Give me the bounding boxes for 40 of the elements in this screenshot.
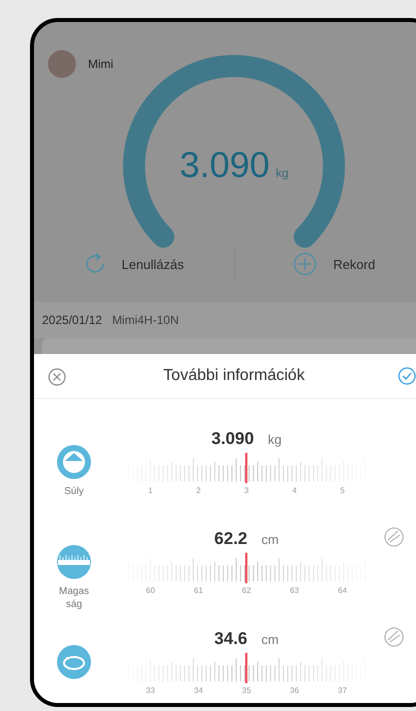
tick-label: 63: [290, 586, 299, 595]
tick-label: 1: [148, 486, 153, 495]
record-bar[interactable]: 2025/01/12 Mimi4H-10N: [34, 302, 416, 338]
confirm-button[interactable]: [398, 367, 416, 385]
tick-label: 60: [146, 586, 155, 595]
add-button[interactable]: Rekord: [234, 248, 416, 280]
loop-icon: [57, 645, 91, 679]
measure-value: 62.2: [214, 529, 248, 549]
tick-label: 2: [196, 486, 201, 495]
reset-button[interactable]: Lenullázás: [34, 249, 234, 279]
tick-label: 37: [338, 686, 347, 695]
measure-value: 34.6: [214, 629, 248, 649]
record-date: 2025/01/12: [42, 313, 102, 327]
unit-label: cm: [261, 532, 279, 547]
tick-label: 33: [146, 686, 155, 695]
profile-name: Mimi: [88, 57, 114, 71]
tick-label: 35: [242, 686, 251, 695]
measure-value: 3.090: [211, 429, 254, 449]
tick-label: 61: [194, 586, 203, 595]
sheet-title: További információk: [163, 367, 305, 385]
tick-label: 3: [244, 486, 249, 495]
unit-label: cm: [261, 632, 279, 647]
scale-icon: [57, 445, 91, 479]
tick-label: 62: [242, 586, 251, 595]
plus-circle-icon: [293, 252, 318, 276]
refresh-icon: [84, 253, 106, 275]
close-button[interactable]: [48, 368, 66, 386]
tick-label: 5: [340, 486, 345, 495]
measure-label: Súly: [63, 485, 85, 498]
ruler-icon: [57, 545, 91, 579]
unit-label: kg: [276, 166, 288, 180]
unit-label: kg: [268, 432, 282, 447]
tick-label: 4: [292, 486, 297, 495]
tick-label: 34: [194, 686, 203, 695]
measure-label: Magasság: [58, 585, 90, 611]
tick-label: 64: [338, 586, 347, 595]
device-name: Mimi4H-10N: [112, 313, 179, 327]
avatar: [48, 50, 76, 78]
weight-reading: 3.090: [180, 144, 270, 186]
tick-label: 36: [290, 686, 299, 695]
